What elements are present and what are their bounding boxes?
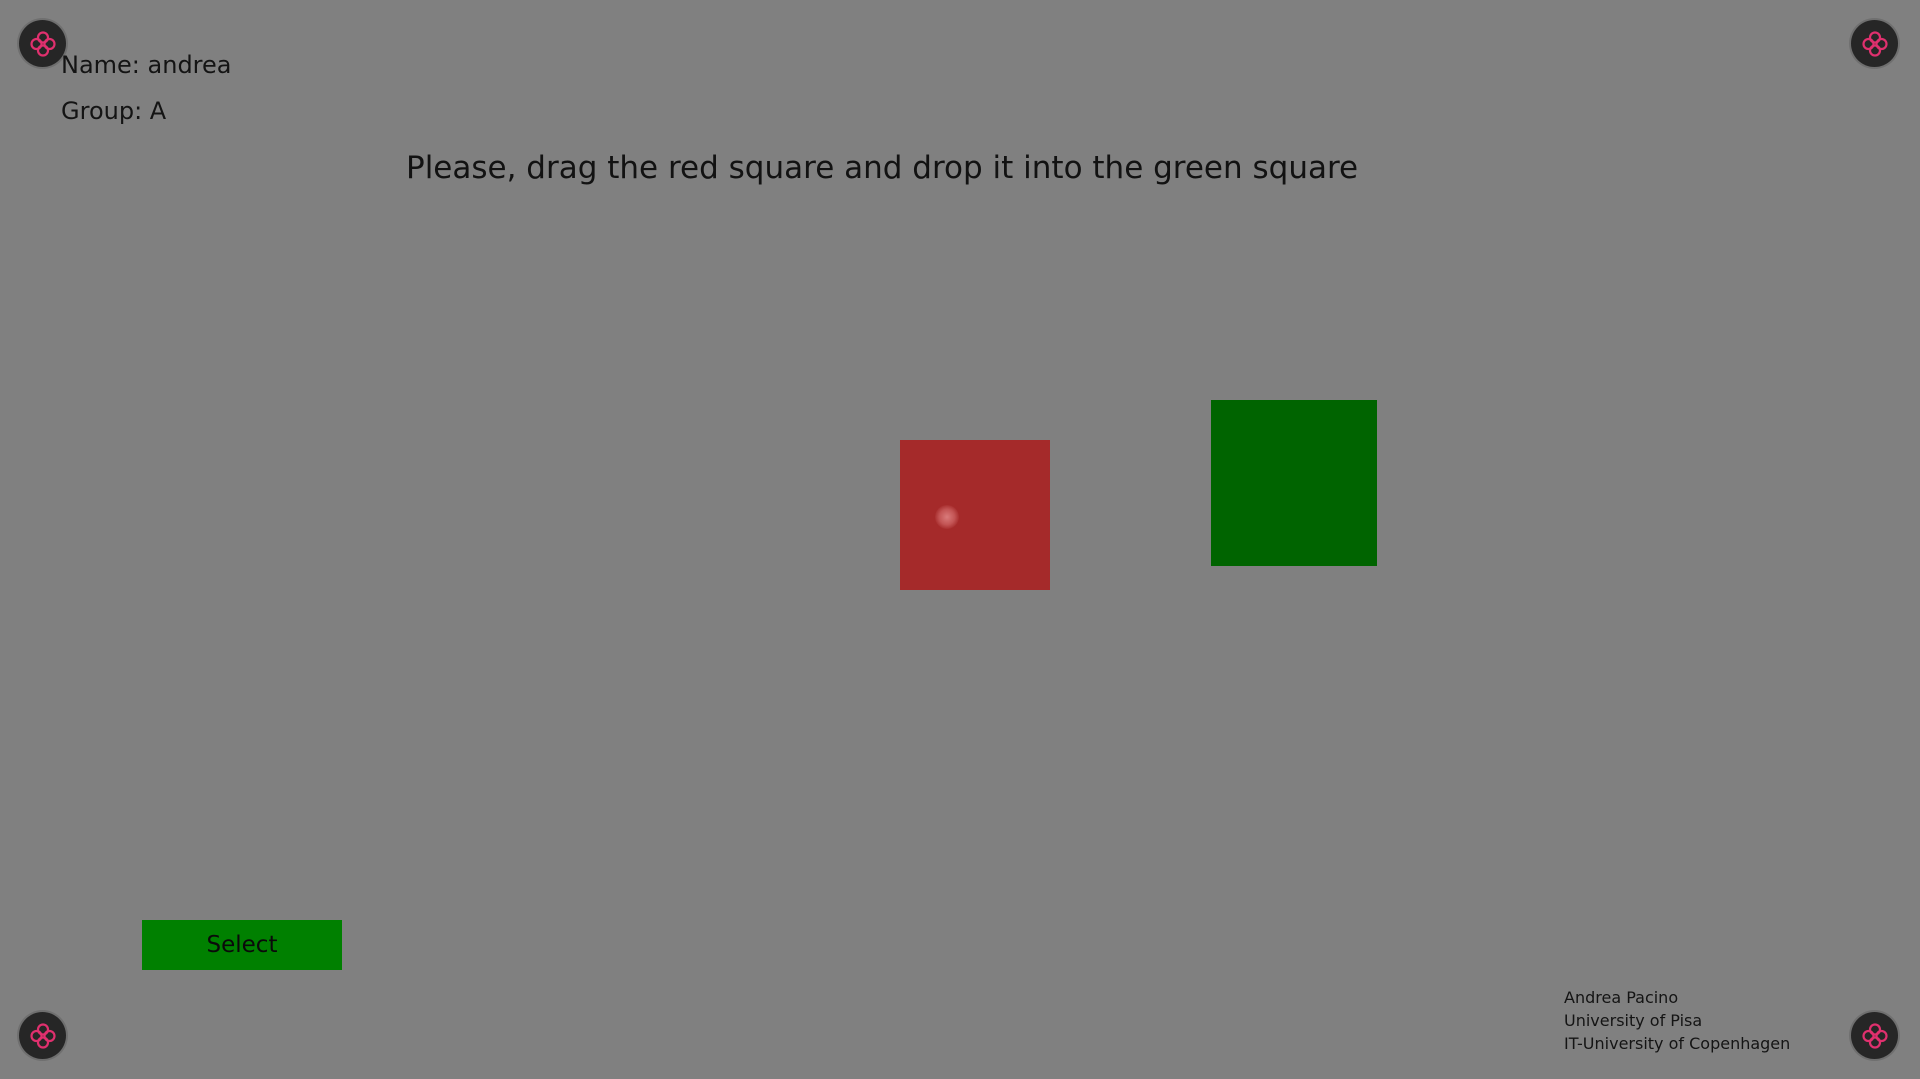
draggable-red-square[interactable] [900, 440, 1050, 590]
pink-flower-icon [1860, 29, 1890, 59]
participant-group: Group: A [61, 97, 167, 125]
participant-name: Name: andrea [61, 51, 232, 79]
corner-marker-bottom-right [1851, 1012, 1898, 1059]
select-button[interactable]: Select [142, 920, 342, 970]
credits-university-copenhagen: IT-University of Copenhagen [1564, 1034, 1791, 1053]
corner-marker-bottom-left [19, 1012, 66, 1059]
pink-flower-icon [28, 1021, 58, 1051]
green-drop-target[interactable] [1211, 400, 1377, 566]
task-instruction: Please, drag the red square and drop it … [406, 150, 1359, 186]
pink-flower-icon [28, 29, 58, 59]
credits-author: Andrea Pacino [1564, 988, 1679, 1007]
experiment-stage: Name: andrea Group: A Please, drag the r… [0, 0, 1920, 1079]
credits-university-pisa: University of Pisa [1564, 1011, 1703, 1030]
touch-point-indicator [935, 505, 959, 529]
pink-flower-icon [1860, 1021, 1890, 1051]
corner-marker-top-left [19, 20, 66, 67]
corner-marker-top-right [1851, 20, 1898, 67]
credits: Andrea Pacino University of Pisa IT-Univ… [1564, 986, 1790, 1055]
